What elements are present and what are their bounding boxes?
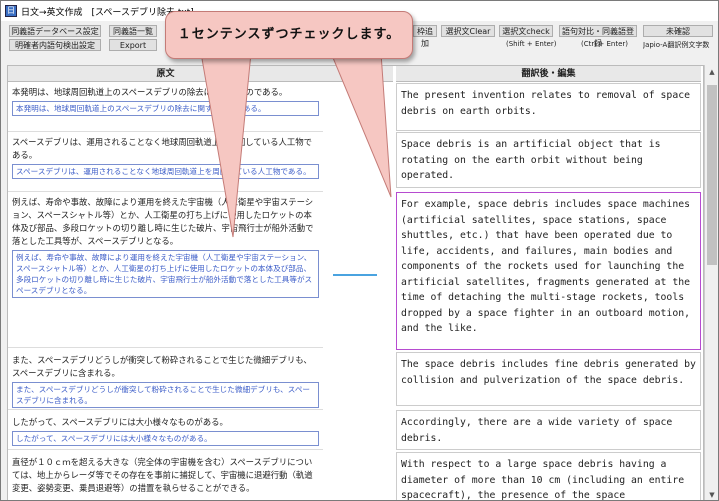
callout-pointer-right	[330, 52, 392, 198]
callout-pointers	[200, 52, 392, 238]
app-window: 日 日文→英文作成 [スペースデブリ除去.txt] 同義語データベース設定 同義…	[0, 0, 719, 501]
callout-text: １センテンスずつチェックします。	[177, 27, 401, 42]
callout-pointer-left	[200, 52, 252, 238]
